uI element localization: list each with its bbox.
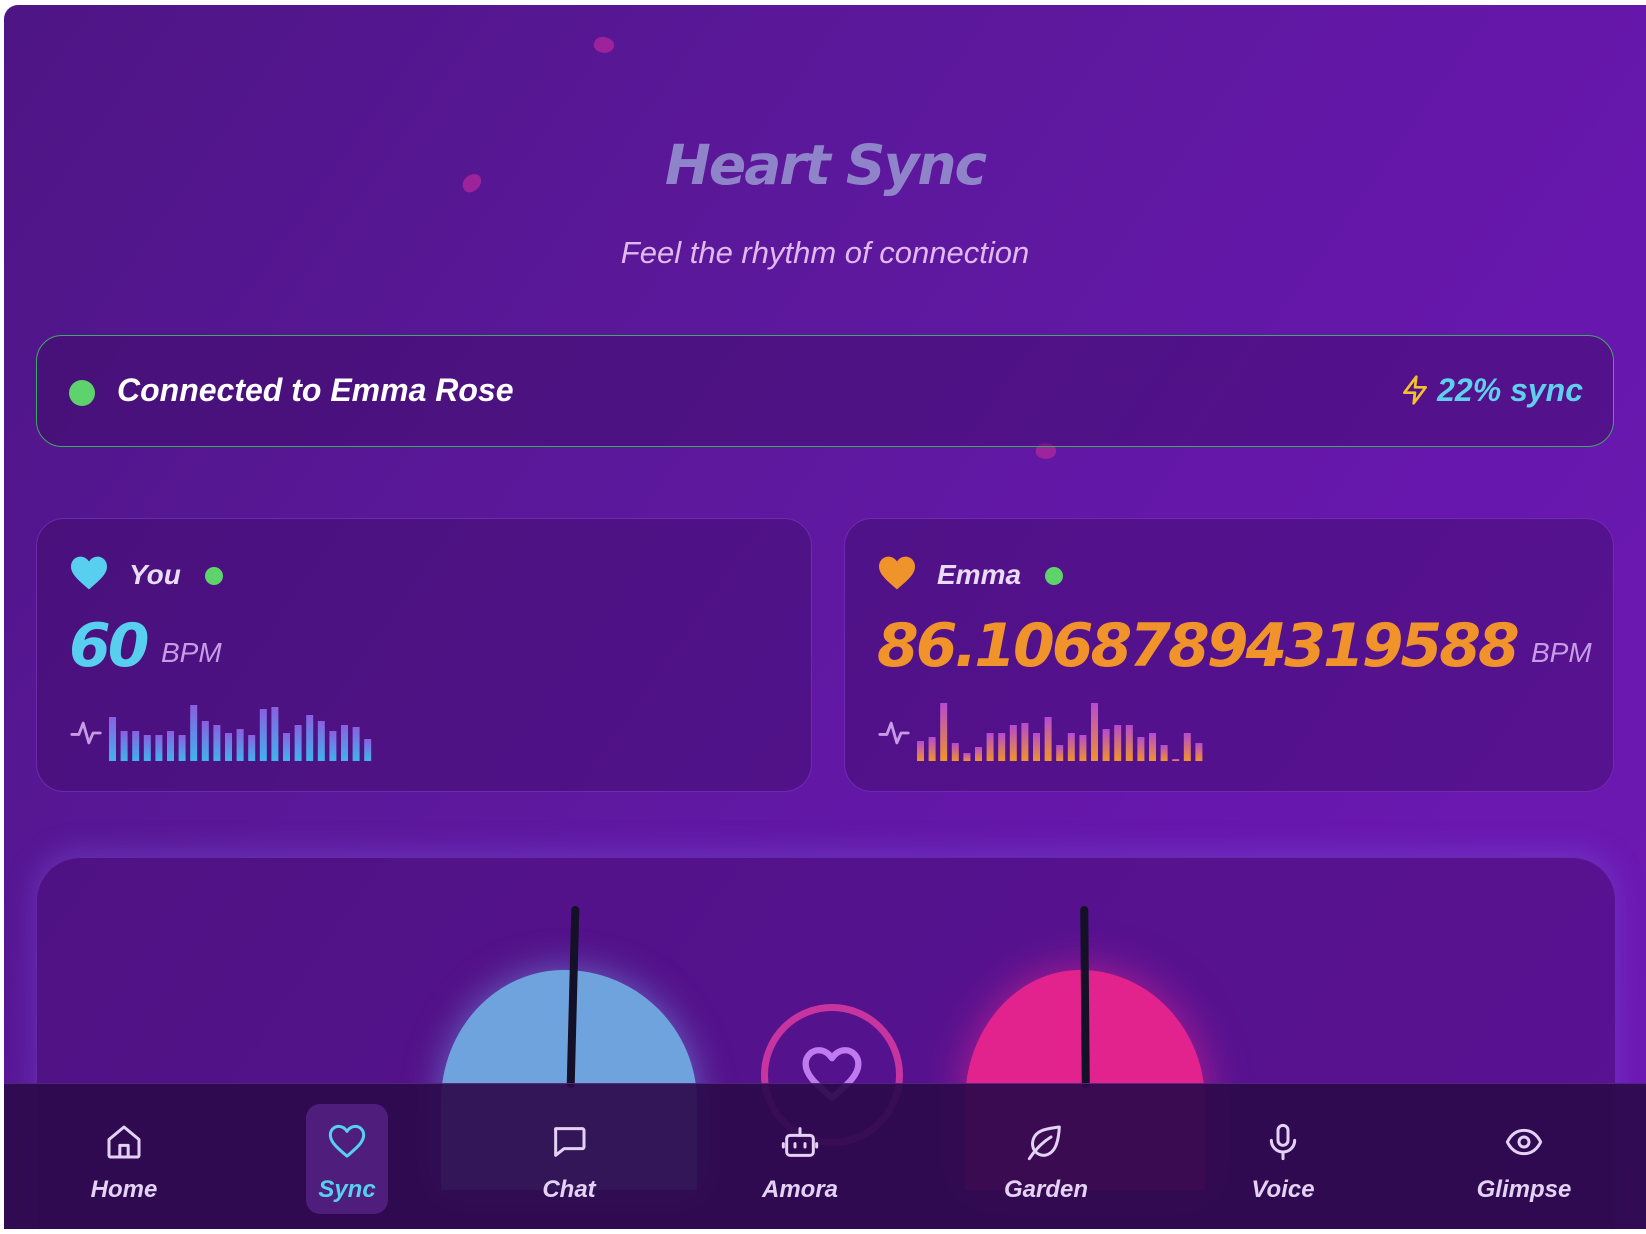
nav-label: Glimpse xyxy=(1476,1176,1572,1203)
heartbeat-bar xyxy=(294,725,302,761)
bottom-navigation: Home Sync Chat Amora Garden Voice Glimps… xyxy=(4,1083,1646,1229)
heartbeat-bar xyxy=(963,753,971,761)
heartbeat-bar xyxy=(1183,733,1191,761)
heartbeat-bar xyxy=(120,731,128,761)
connection-status-bar: Connected to Emma Rose 22% sync xyxy=(36,335,1614,447)
heartbeat-bar xyxy=(329,731,337,761)
bpm-value: 86.10687894319588 xyxy=(877,611,1520,681)
bot-icon xyxy=(781,1127,819,1157)
nav-label: Sync xyxy=(318,1176,376,1203)
nav-label: Voice xyxy=(1251,1176,1315,1203)
heartbeat-bar xyxy=(998,733,1006,761)
nav-voice[interactable]: Voice xyxy=(1223,1084,1343,1229)
heartbeat-bars xyxy=(109,705,372,761)
partner-card-you: You 60 BPM xyxy=(36,518,812,792)
heartbeat-bar xyxy=(225,733,232,761)
heartbeat-bar xyxy=(1091,703,1098,761)
heartbeat-bar xyxy=(190,705,198,761)
nav-home[interactable]: Home xyxy=(64,1084,184,1229)
partner-name: You xyxy=(129,559,181,590)
nav-glimpse[interactable]: Glimpse xyxy=(1464,1084,1584,1229)
heartbeat-bar xyxy=(213,725,221,761)
heartbeat-bar xyxy=(1114,725,1122,761)
bpm-unit: BPM xyxy=(161,637,222,668)
heartbeat-bar xyxy=(1009,725,1017,761)
heartbeat-bar xyxy=(1021,723,1029,761)
sync-percentage: 22% sync xyxy=(1437,372,1583,408)
heart-icon xyxy=(328,1124,366,1158)
nav-label: Amora xyxy=(761,1176,839,1203)
heartbeat-bar xyxy=(1125,725,1133,761)
heart-icon xyxy=(879,556,915,590)
pulse-icon xyxy=(70,721,102,745)
app-window: Heart Sync Feel the rhythm of connection… xyxy=(4,5,1646,1229)
heartbeat-bar xyxy=(951,743,959,761)
nav-label: Garden xyxy=(1003,1176,1089,1203)
bpm-value: 60 xyxy=(69,611,149,681)
heartbeat-bar xyxy=(1137,737,1145,761)
heartbeat-bar xyxy=(201,721,209,761)
chat-icon xyxy=(553,1127,586,1157)
nav-chat[interactable]: Chat xyxy=(509,1084,629,1229)
nav-label: Home xyxy=(90,1176,158,1203)
eye-icon xyxy=(1505,1128,1543,1156)
nav-sync[interactable]: Sync xyxy=(306,1104,388,1214)
heartbeat-bar xyxy=(986,733,994,761)
heartbeat-bar xyxy=(1044,717,1052,761)
partner-card-emma: Emma 86.10687894319588 BPM xyxy=(844,518,1614,792)
heartbeat-bar xyxy=(1033,733,1040,761)
online-indicator xyxy=(1045,567,1063,585)
heartbeat-bar xyxy=(306,715,314,761)
heartbeat-bar xyxy=(1079,735,1087,761)
partner-name: Emma xyxy=(937,559,1022,590)
mic-icon xyxy=(1269,1123,1297,1161)
heartbeat-bar xyxy=(928,737,936,761)
pulse-icon xyxy=(878,721,910,745)
heartbeat-bar xyxy=(341,725,348,761)
heartbeat-bar xyxy=(248,735,256,761)
nav-label: Chat xyxy=(542,1176,596,1203)
heartbeat-bar xyxy=(917,741,924,761)
heartbeat-bar xyxy=(364,739,372,761)
heartbeat-bar xyxy=(143,735,151,761)
nav-amora[interactable]: Amora xyxy=(740,1084,860,1229)
heartbeat-bar xyxy=(352,727,360,761)
online-dot xyxy=(69,380,95,406)
heartbeat-bar xyxy=(940,703,948,761)
nav-garden[interactable]: Garden xyxy=(986,1084,1106,1229)
heartbeat-bar xyxy=(271,707,279,761)
heartbeat-bar xyxy=(236,729,244,761)
heartbeat-bar xyxy=(1160,745,1168,761)
heartbeat-bar xyxy=(178,735,186,761)
heartbeat-bar xyxy=(283,733,290,761)
heartbeat-bar xyxy=(109,717,116,761)
home-icon xyxy=(107,1125,141,1159)
heartbeat-bar xyxy=(167,731,174,761)
heartbeat-bar xyxy=(155,735,163,761)
heartbeat-bars xyxy=(917,703,1203,761)
connection-label: Connected to Emma Rose xyxy=(117,372,514,408)
heartbeat-bar xyxy=(1172,759,1180,761)
heartbeat-bar xyxy=(975,747,982,761)
heart-icon xyxy=(71,556,107,590)
heartbeat-bar xyxy=(1102,729,1110,761)
leaf-icon xyxy=(1027,1125,1061,1161)
page-title: Heart Sync xyxy=(664,133,987,197)
page-subtitle: Feel the rhythm of connection xyxy=(620,235,1030,270)
partner-heart-needle xyxy=(1080,905,1090,1089)
heartbeat-bar xyxy=(132,731,140,761)
bpm-unit: BPM xyxy=(1531,637,1592,668)
heartbeat-bar xyxy=(1067,733,1075,761)
heartbeat-bar xyxy=(1195,743,1203,761)
heartbeat-bar xyxy=(1149,733,1156,761)
bolt-icon xyxy=(1403,375,1427,405)
petal-decoration xyxy=(591,34,617,56)
heartbeat-bar xyxy=(1056,745,1064,761)
online-indicator xyxy=(205,567,223,585)
heartbeat-bar xyxy=(317,721,325,761)
heartbeat-bar xyxy=(259,709,267,761)
